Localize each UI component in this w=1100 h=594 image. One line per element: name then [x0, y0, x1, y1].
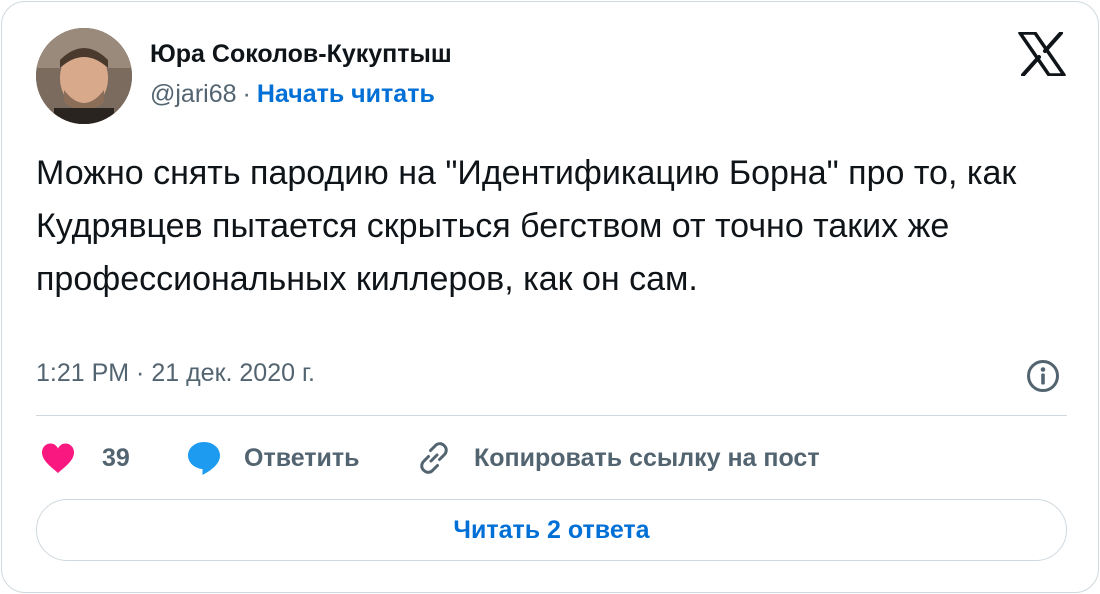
- read-replies-button[interactable]: Читать 2 ответа: [36, 499, 1067, 561]
- copy-link-label: Копировать ссылку на пост: [474, 443, 820, 472]
- tweet-card: Юра Соколов-Кукуптыш @jari68 · Начать чита…: [1, 1, 1099, 593]
- heart-icon: [40, 442, 76, 474]
- link-icon: [416, 440, 452, 476]
- reply-button[interactable]: Ответить: [186, 438, 360, 478]
- speech-bubble-icon: [186, 440, 222, 476]
- avatar[interactable]: [36, 28, 132, 124]
- divider: [36, 415, 1067, 416]
- reply-label: Ответить: [244, 443, 360, 472]
- info-icon[interactable]: [1026, 359, 1060, 393]
- author-handle-row: @jari68 · Начать читать: [150, 80, 435, 109]
- tweet-text: Можно снять пародию на "Идентификацию Бо…: [36, 154, 1017, 298]
- copy-link-button[interactable]: Копировать ссылку на пост: [416, 438, 820, 478]
- avatar-image: [36, 28, 132, 124]
- x-logo-icon[interactable]: [1018, 31, 1066, 77]
- author-handle[interactable]: @jari68: [150, 80, 237, 108]
- like-count: 39: [102, 443, 130, 472]
- follow-link[interactable]: Начать читать: [257, 80, 435, 108]
- tweet-timestamp[interactable]: 1:21 PM · 21 дек. 2020 г.: [36, 359, 315, 388]
- author-display-name[interactable]: Юра Соколов-Кукуптыш: [150, 40, 452, 69]
- like-button[interactable]: 39: [40, 438, 130, 478]
- separator-dot: ·: [242, 80, 251, 108]
